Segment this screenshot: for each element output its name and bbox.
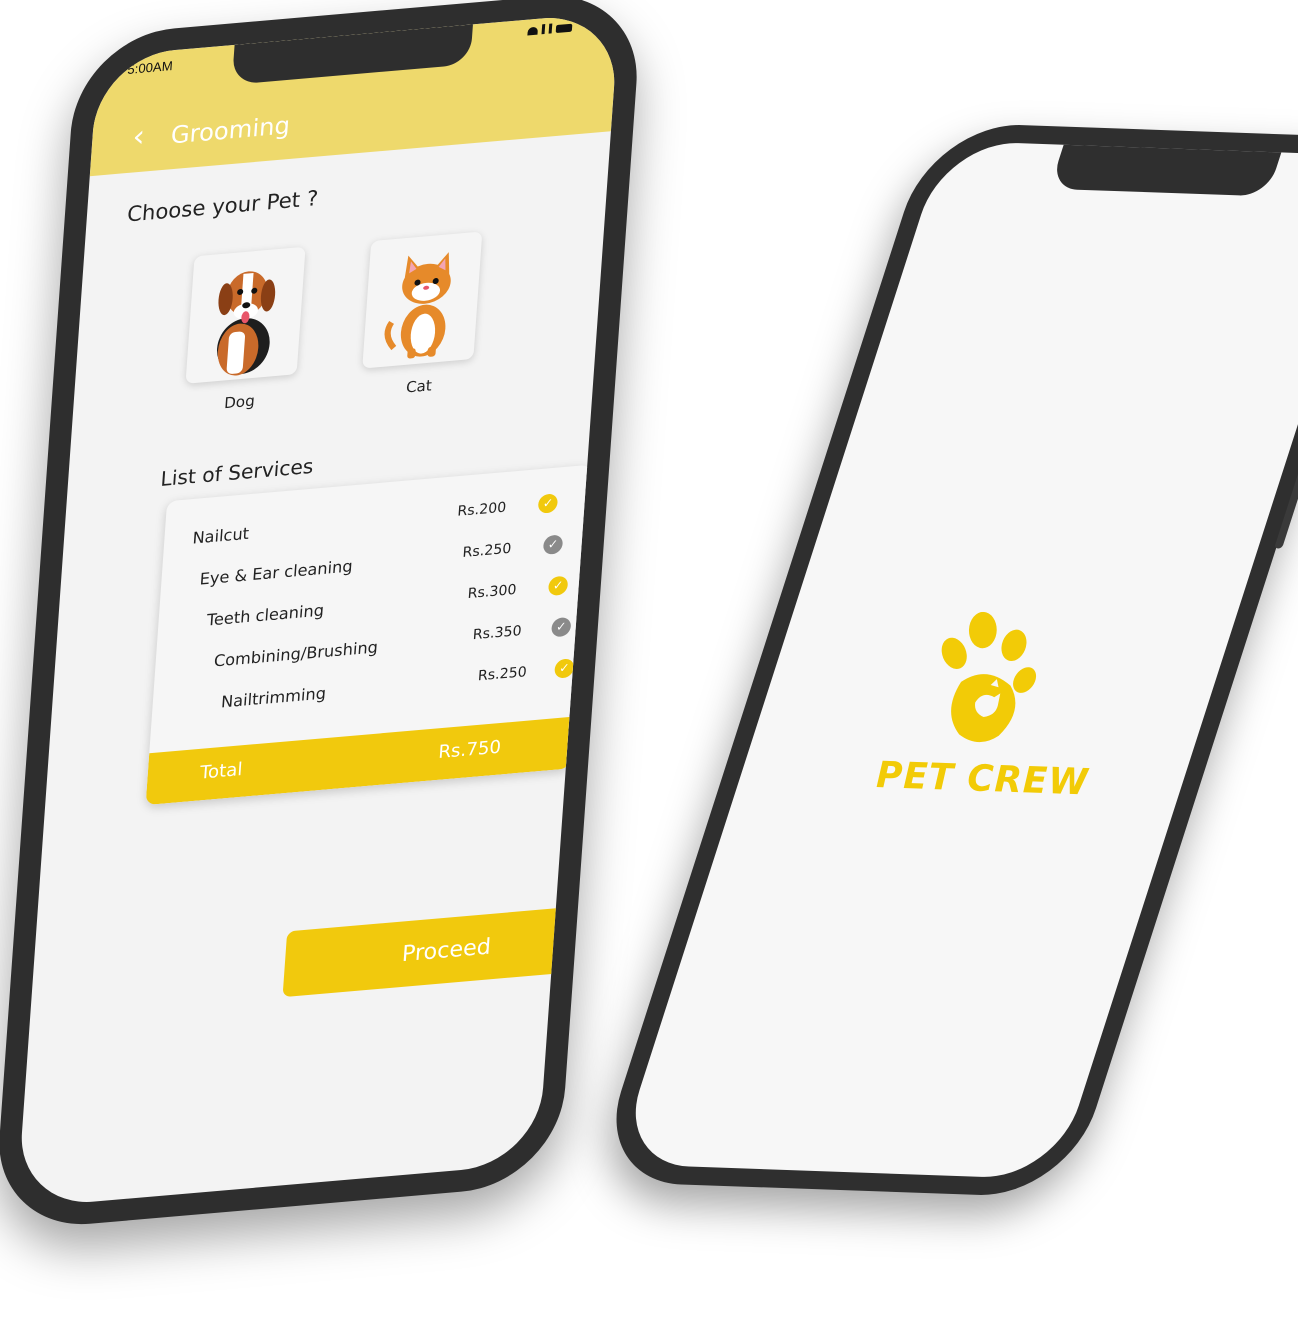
total-bar: Total Rs.750: [145, 716, 574, 806]
service-price: Rs.300: [467, 581, 517, 603]
services-card: Nailcut Rs.200 ✓ Eye & Ear cleaning Rs.2…: [145, 464, 592, 806]
choose-pet-title: Choose your Pet ?: [126, 186, 319, 227]
proceed-button[interactable]: Proceed: [282, 903, 611, 998]
check-circle-icon[interactable]: ✓: [547, 575, 569, 597]
pet-label-cat: Cat: [405, 376, 433, 397]
grooming-screen: 5:00AM ‹ Grooming Choose your Pet ? Dog …: [16, 11, 620, 1209]
pet-label-dog: Dog: [223, 391, 256, 413]
service-name: Eye & Ear cleaning: [199, 556, 354, 589]
check-circle-icon[interactable]: ✓: [550, 616, 572, 638]
pet-card-cat[interactable]: [362, 231, 483, 369]
mockup-stage: PET CREW 5:00AM ‹ Grooming Choose your P…: [0, 0, 1298, 1325]
signal-icon: [541, 24, 546, 35]
service-price: Rs.350: [472, 623, 523, 644]
battery-icon: [555, 23, 573, 34]
grooming-phone: 5:00AM ‹ Grooming Choose your Pet ? Dog …: [0, 0, 644, 1233]
brand-name: PET CREW: [875, 754, 1090, 804]
splash-phone: PET CREW: [592, 121, 1298, 1199]
cat-illustration: [384, 252, 451, 359]
page-title: Grooming: [169, 111, 291, 150]
chevron-left-icon[interactable]: ‹: [131, 119, 146, 155]
service-price: Rs.200: [456, 499, 507, 520]
service-name: Nailcut: [191, 523, 250, 548]
paw-icon: [941, 611, 1037, 743]
service-name: Combining/Brushing: [213, 637, 379, 671]
wifi-icon: [527, 26, 539, 36]
service-name: Teeth cleaning: [206, 600, 325, 630]
signal-icon: [548, 23, 553, 34]
brand-logo: PET CREW: [875, 608, 1095, 804]
total-label: Total: [199, 759, 244, 784]
service-price: Rs.250: [462, 540, 512, 561]
pet-card-dog[interactable]: [185, 246, 306, 384]
splash-screen: PET CREW: [615, 140, 1298, 1180]
services-title: List of Services: [159, 453, 315, 491]
check-circle-icon[interactable]: ✓: [554, 658, 575, 679]
total-value: Rs.750: [437, 736, 502, 764]
phone-notch: [1049, 142, 1282, 197]
check-circle-icon[interactable]: ✓: [537, 493, 559, 514]
check-circle-icon[interactable]: ✓: [542, 534, 564, 555]
dog-illustration: [217, 271, 276, 376]
service-price: Rs.250: [477, 664, 528, 685]
service-name: Nailtrimming: [220, 683, 327, 712]
